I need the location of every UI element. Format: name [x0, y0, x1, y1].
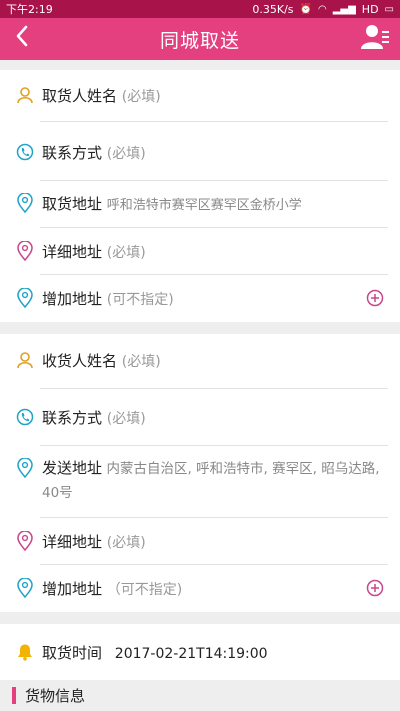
pickup-add-address-label: 增加地址 — [42, 289, 103, 308]
delivery-name-field: 收货人姓名 (必填) — [42, 350, 161, 371]
delivery-contact-field: 联系方式 (必填) — [42, 407, 146, 428]
delivery-add-address-hint: （可不指定) — [106, 581, 183, 598]
detail-location-icon — [15, 241, 35, 261]
pickup-time-field: 取货时间 2017-02-21T14:19:00 — [42, 642, 268, 663]
pickup-time-label: 取货时间 — [42, 643, 103, 662]
battery-icon: ▭ — [384, 3, 394, 15]
wifi-icon: ◠ — [317, 3, 327, 15]
bell-icon — [15, 642, 35, 662]
pickup-address-field: 取货地址 呼和浩特市赛罕区赛罕区金桥小学 — [42, 193, 302, 214]
pickup-add-address-row[interactable]: 增加地址 (可不指定) — [0, 275, 400, 321]
pickup-contact-hint: (必填) — [106, 145, 146, 162]
pickup-detail-label: 详细地址 — [42, 242, 103, 261]
net-speed: 0.35K/s — [252, 2, 294, 16]
signal-icon: ▂▄▆ — [332, 3, 356, 15]
detail-location-icon — [15, 531, 35, 551]
status-bar: 下午2:19 0.35K/s ⏰ ◠ ▂▄▆ HD ▭ — [0, 0, 400, 18]
status-time: 下午2:19 — [6, 3, 53, 16]
delivery-address-field: 发送地址 内蒙古自治区, 呼和浩特市, 赛罕区, 昭乌达路, 40号 — [42, 456, 382, 505]
location-icon — [15, 193, 35, 213]
pickup-contact-field: 联系方式 (必填) — [42, 142, 146, 163]
delivery-contact-hint: (必填) — [106, 410, 146, 427]
location-icon — [15, 288, 35, 308]
delivery-address-label: 发送地址 — [42, 459, 103, 477]
delivery-name-label: 收货人姓名 — [42, 351, 118, 370]
add-circle-icon[interactable] — [366, 579, 384, 597]
delivery-detail-row[interactable]: 详细地址 (必填) — [0, 518, 400, 564]
page-title: 同城取送 — [159, 29, 240, 52]
delivery-name-row[interactable]: 收货人姓名 (必填) — [0, 336, 400, 384]
user-list-icon — [361, 25, 389, 49]
pickup-name-field: 取货人姓名 (必填) — [42, 85, 161, 106]
pickup-contact-label: 联系方式 — [42, 143, 103, 162]
pickup-address-label: 取货地址 — [42, 194, 103, 213]
section-accent-bar — [12, 687, 16, 704]
delivery-detail-field: 详细地址 (必填) — [42, 531, 146, 552]
user-icon — [15, 85, 35, 105]
pickup-name-hint: (必填) — [121, 88, 161, 105]
profile-button[interactable] — [360, 22, 390, 52]
delivery-detail-label: 详细地址 — [42, 532, 103, 551]
delivery-contact-label: 联系方式 — [42, 408, 103, 427]
divider — [40, 388, 388, 389]
pickup-time-row[interactable]: 取货时间 2017-02-21T14:19:00 — [0, 626, 400, 678]
chevron-left-icon — [16, 25, 28, 47]
pickup-detail-field: 详细地址 (必填) — [42, 241, 146, 262]
pickup-name-row[interactable]: 取货人姓名 (必填) — [0, 70, 400, 120]
delivery-address-row[interactable]: 发送地址 内蒙古自治区, 呼和浩特市, 赛罕区, 昭乌达路, 40号 — [0, 446, 400, 516]
add-circle-icon[interactable] — [366, 289, 384, 307]
delivery-add-address-row[interactable]: 增加地址 （可不指定) — [0, 565, 400, 611]
delivery-contact-row[interactable]: 联系方式 (必填) — [0, 393, 400, 441]
pickup-time-value: 2017-02-21T14:19:00 — [114, 645, 268, 662]
delivery-add-address-field: 增加地址 （可不指定) — [42, 578, 182, 599]
pickup-detail-hint: (必填) — [106, 244, 146, 261]
goods-section-header: 货物信息 — [0, 680, 400, 711]
delivery-detail-hint: (必填) — [106, 534, 146, 551]
pickup-add-address-field: 增加地址 (可不指定) — [42, 288, 174, 309]
pickup-add-address-hint: (可不指定) — [106, 291, 174, 308]
location-icon — [15, 458, 35, 478]
goods-section-title: 货物信息 — [25, 687, 86, 705]
back-button[interactable] — [8, 22, 36, 50]
delivery-add-address-label: 增加地址 — [42, 579, 103, 598]
pickup-name-label: 取货人姓名 — [42, 86, 118, 105]
phone-icon — [15, 407, 35, 427]
alarm-icon: ⏰ — [299, 3, 312, 15]
pickup-address-value: 呼和浩特市赛罕区赛罕区金桥小学 — [106, 197, 302, 213]
network-type: HD — [361, 2, 379, 16]
pickup-contact-row[interactable]: 联系方式 (必填) — [0, 127, 400, 177]
user-icon — [15, 350, 35, 370]
pickup-detail-row[interactable]: 详细地址 (必填) — [0, 228, 400, 274]
phone-icon — [15, 142, 35, 162]
app-bar: 同城取送 — [0, 18, 400, 60]
location-icon — [15, 578, 35, 598]
divider — [40, 121, 388, 122]
pickup-address-row[interactable]: 取货地址 呼和浩特市赛罕区赛罕区金桥小学 — [0, 180, 400, 226]
delivery-name-hint: (必填) — [121, 353, 161, 370]
